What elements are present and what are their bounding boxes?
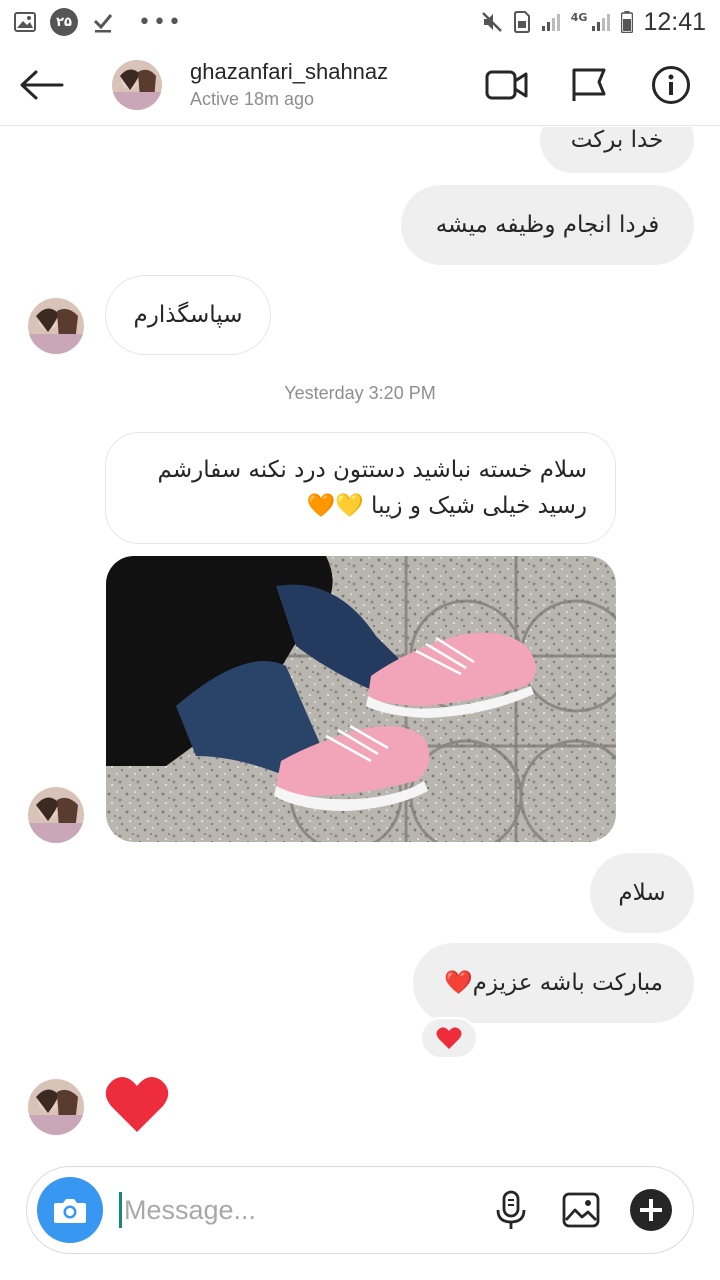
gallery-button[interactable] <box>553 1182 609 1238</box>
status-bar: ۲۵ ••• 4G 12:41 <box>0 0 720 44</box>
more-notifications-dots: ••• <box>138 9 183 35</box>
username: ghazanfari_shahnaz <box>190 59 389 84</box>
message-composer <box>26 1166 694 1254</box>
video-camera-icon <box>485 70 528 99</box>
download-done-icon <box>92 11 114 33</box>
back-arrow-icon <box>20 70 64 99</box>
message-bubble-outgoing[interactable]: مبارکت باشه عزیزم❤️ <box>413 943 694 1023</box>
sender-avatar[interactable] <box>28 298 84 354</box>
network-type-label: 4G <box>570 10 588 24</box>
microphone-icon <box>496 1190 526 1229</box>
message-bubble-incoming[interactable]: سپاسگذارم <box>105 275 271 355</box>
message-text: خدا برکت <box>570 127 664 153</box>
notification-count-badge: ۲۵ <box>50 8 78 36</box>
message-thread[interactable]: خدا برکت فردا انجام وظیفه میشه سپاسگذارم… <box>0 127 720 1162</box>
report-button[interactable] <box>548 44 630 126</box>
message-text-line-1: سلام خسته نباشید دستتون درد نکنه سفارشم <box>157 457 587 483</box>
active-status: Active 18m ago <box>190 89 315 109</box>
more-options-button[interactable] <box>623 1182 679 1238</box>
signal-icon-2 <box>591 12 611 32</box>
battery-icon <box>621 11 634 33</box>
image-notification-icon <box>14 12 36 32</box>
message-text: سلام <box>618 880 666 906</box>
message-text: فردا انجام وظیفه میشه <box>435 212 660 238</box>
message-text-line-2: رسید خیلی شیک و زیبا 💛🧡 <box>306 493 587 519</box>
message-text: سپاسگذارم <box>133 302 243 328</box>
chat-header: ghazanfari_shahnaz Active 18m ago <box>0 44 720 126</box>
message-input[interactable] <box>119 1192 459 1228</box>
mute-icon <box>481 11 503 33</box>
message-bubble-outgoing[interactable]: خدا برکت <box>540 127 694 173</box>
thread-timestamp: Yesterday 3:20 PM <box>284 383 436 403</box>
video-call-button[interactable] <box>466 44 548 126</box>
heart-icon <box>105 1077 169 1132</box>
sim-card-icon <box>513 11 531 33</box>
heart-reaction[interactable] <box>420 1017 478 1059</box>
camera-icon <box>54 1199 86 1223</box>
flag-icon <box>572 68 606 101</box>
clock: 12:41 <box>643 7 706 36</box>
info-button[interactable] <box>630 44 712 126</box>
gallery-icon <box>562 1192 600 1228</box>
signal-icon-1 <box>541 12 561 32</box>
back-button[interactable] <box>0 44 84 126</box>
plus-circle-icon <box>630 1189 672 1231</box>
shared-photo-sneakers[interactable] <box>106 556 616 842</box>
voice-message-button[interactable] <box>483 1182 539 1238</box>
info-icon <box>652 65 690 104</box>
message-bubble-outgoing[interactable]: سلام <box>590 853 694 933</box>
sender-avatar[interactable] <box>28 1079 84 1135</box>
big-heart-message[interactable] <box>104 1074 170 1134</box>
header-avatar[interactable] <box>112 59 162 110</box>
message-text: مبارکت باشه عزیزم❤️ <box>444 970 663 996</box>
heart-icon <box>436 1027 462 1049</box>
sender-avatar[interactable] <box>28 787 84 843</box>
message-bubble-incoming[interactable]: سلام خسته نباشید دستتون درد نکنه سفارشم … <box>105 432 616 544</box>
message-bubble-outgoing[interactable]: فردا انجام وظیفه میشه <box>401 185 694 265</box>
header-user-info[interactable]: ghazanfari_shahnaz Active 18m ago <box>190 59 388 110</box>
camera-button[interactable] <box>37 1177 103 1243</box>
